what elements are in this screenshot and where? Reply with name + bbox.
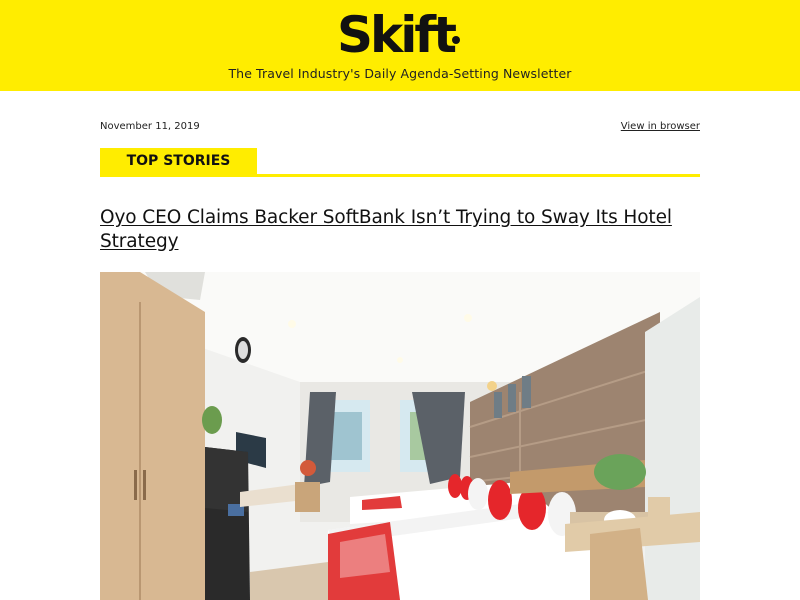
section-header: TOP STORIES [100, 148, 700, 178]
newsletter-header: Skift The Travel Industry's Daily Agenda… [0, 0, 800, 91]
header-tagline: The Travel Industry's Daily Agenda-Setti… [228, 66, 572, 81]
skift-logo[interactable]: Skift [0, 4, 800, 62]
section-label: TOP STORIES [100, 148, 257, 175]
section-divider [100, 174, 700, 177]
story-headline-link[interactable]: Oyo CEO Claims Backer SoftBank Isn’t Try… [100, 206, 700, 254]
skift-logo-mark: Skift [337, 6, 460, 62]
skift-logo-text: Skift [337, 6, 456, 62]
issue-date: November 11, 2019 [100, 121, 200, 132]
story-hero-image[interactable] [100, 272, 700, 600]
hotel-room-photo-icon [100, 272, 700, 600]
logo-dot-icon [452, 36, 460, 44]
meta-row: November 11, 2019 View in browser [100, 121, 700, 137]
view-in-browser-link[interactable]: View in browser [621, 121, 700, 132]
